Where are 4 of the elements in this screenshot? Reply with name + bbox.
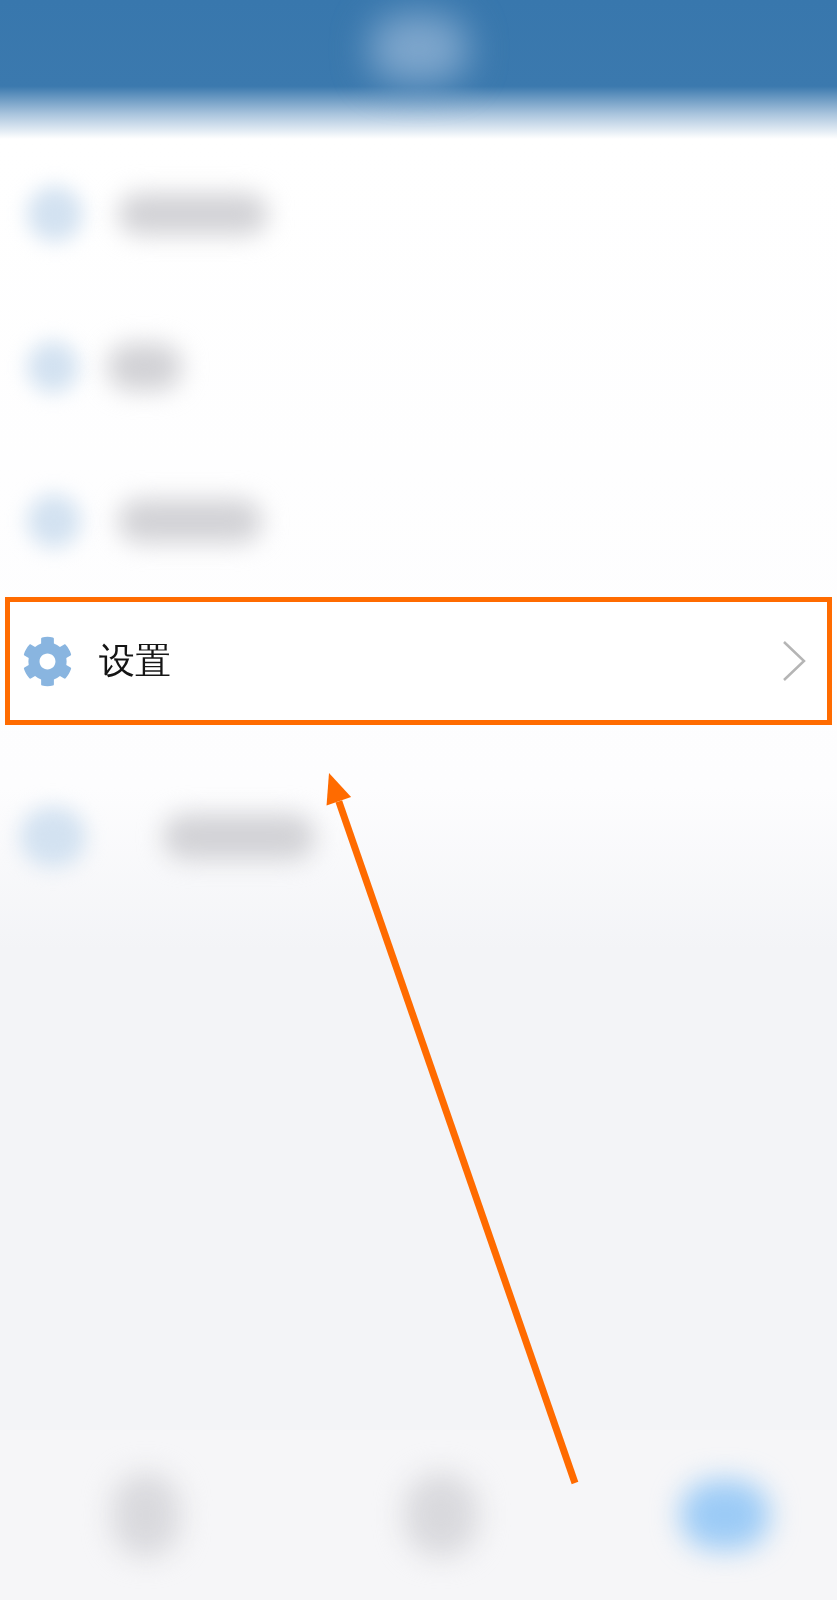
blurred-tab-icon[interactable] (680, 1480, 770, 1550)
gear-icon (22, 635, 73, 687)
blurred-icon (27, 186, 83, 242)
chevron-right-icon (782, 640, 806, 682)
